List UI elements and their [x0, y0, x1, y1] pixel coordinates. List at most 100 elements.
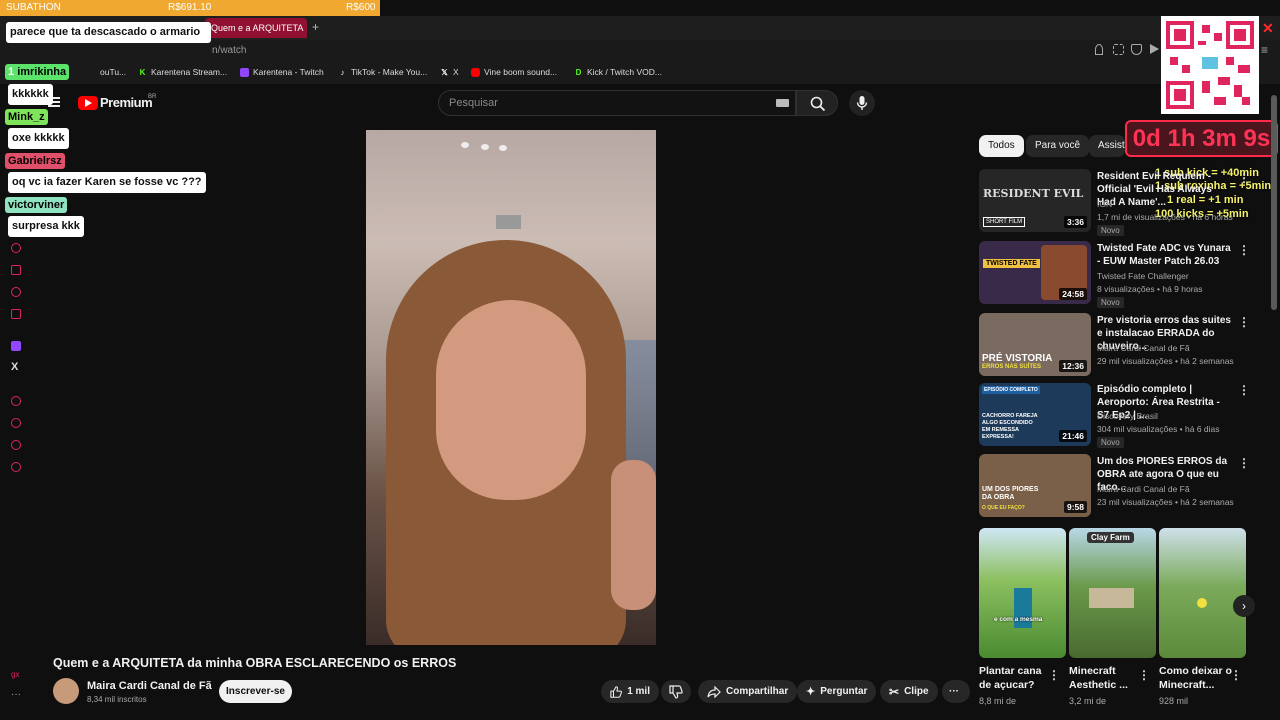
avatar[interactable]: [53, 678, 79, 704]
sparkle-icon: ✦: [806, 686, 816, 698]
subscribe-button[interactable]: Inscrever-se: [219, 680, 292, 703]
rec-thumbnail[interactable]: EPISÓDIO COMPLETO CACHORRO FAREJA ALGO E…: [979, 383, 1091, 446]
youtube-logo-icon[interactable]: [78, 96, 98, 110]
rec-meta: 8 visualizações • há 9 horas: [1097, 284, 1203, 294]
more-vert-icon[interactable]: ⋮: [1138, 668, 1150, 682]
bookmark-kick-vod[interactable]: D Kick / Twitch VOD...: [574, 67, 662, 77]
voice-search-button[interactable]: [849, 90, 875, 116]
rec-thumbnail[interactable]: PRÉ VISTORIA ERROS NAS SUÍTES 12:36: [979, 313, 1091, 376]
rec-channel[interactable]: IGN: [1097, 199, 1112, 209]
chat-message: surpresa kkk: [8, 216, 84, 237]
chat-username: victorviner: [5, 197, 68, 213]
bookmark-youtube[interactable]: ouTu...: [100, 67, 126, 77]
short-thumbnail[interactable]: Clay Farm: [1069, 528, 1156, 658]
ceiling-light: [481, 144, 489, 150]
new-badge: Novo: [1097, 437, 1124, 448]
more-vert-icon[interactable]: ⋮: [1238, 243, 1250, 257]
clip-button[interactable]: ✂ Clipe: [880, 680, 938, 703]
pin-icon[interactable]: [1095, 44, 1103, 55]
short-views: 8,8 mi de: [979, 696, 1017, 706]
short-title[interactable]: Plantar cana de açucar?: [979, 664, 1054, 692]
short-thumbnail[interactable]: e com a mesma: [979, 528, 1066, 658]
ask-button[interactable]: ✦ Perguntar: [797, 680, 877, 703]
screenshot-icon[interactable]: [1113, 44, 1124, 55]
rail-icon[interactable]: [11, 396, 21, 406]
bookmark-tiktok[interactable]: ♪ TikTok - Make You...: [338, 67, 428, 77]
rail-icon[interactable]: [11, 265, 21, 275]
chip-todos[interactable]: Todos: [979, 135, 1024, 157]
share-button[interactable]: Compartilhar: [698, 680, 798, 703]
dislike-button[interactable]: [661, 680, 691, 703]
duration-badge: 24:58: [1059, 288, 1087, 300]
bookmark-label: Vine boom sound...: [484, 67, 558, 77]
person-hand: [611, 460, 656, 610]
close-icon[interactable]: ✕: [1262, 20, 1274, 37]
rec-thumbnail[interactable]: RESIDENT EVIL SHORT FILM 3:36: [979, 169, 1091, 232]
rec-title[interactable]: Resident Evil Requiem - Official 'Evil H…: [1097, 170, 1232, 209]
more-vert-icon[interactable]: ⋮: [1230, 668, 1242, 682]
video-player[interactable]: [366, 130, 656, 645]
browser-tab-active[interactable]: Quem e a ARQUITETA: [205, 18, 307, 38]
rec-title[interactable]: Twisted Fate ADC vs Yunara - EUW Master …: [1097, 242, 1232, 268]
rec-channel[interactable]: Maira Cardi Canal de Fã: [1097, 343, 1190, 353]
bookmark-karentena-stream[interactable]: K Karentena Stream...: [138, 67, 227, 77]
scissors-icon: ✂: [889, 684, 900, 699]
bookmark-x[interactable]: 𝕏X: [440, 67, 458, 77]
share-icon: [707, 685, 721, 698]
rail-icon[interactable]: [11, 287, 21, 297]
more-actions-button[interactable]: ···: [942, 680, 970, 703]
url-text[interactable]: n/watch: [212, 45, 246, 56]
short-thumbnail[interactable]: [1159, 528, 1246, 658]
rail-icon[interactable]: gx: [11, 670, 19, 679]
youtube-icon: [471, 67, 480, 77]
chat-overlay: parece que ta descascado o armario: [6, 22, 211, 43]
more-icon[interactable]: ···: [11, 689, 21, 700]
rec-thumbnail[interactable]: UM DOS PIORES DA OBRA O QUE EU FAÇO? 9:5…: [979, 454, 1091, 517]
address-bar[interactable]: [0, 40, 1280, 62]
thumb-text: UM DOS PIORES DA OBRA: [982, 486, 1039, 501]
menu-icon[interactable]: ≡: [1261, 43, 1268, 57]
new-badge: Novo: [1097, 297, 1124, 308]
short-title[interactable]: Minecraft Aesthetic ...: [1069, 664, 1144, 692]
x-icon[interactable]: X: [11, 361, 18, 373]
search-button[interactable]: [796, 90, 838, 116]
rec-thumbnail[interactable]: TWISTED FATE 24:58: [979, 241, 1091, 304]
rec-channel[interactable]: Twisted Fate Challenger: [1097, 271, 1189, 281]
ask-label: Perguntar: [820, 686, 868, 697]
new-tab-button[interactable]: +: [312, 20, 319, 34]
send-icon[interactable]: [1150, 44, 1159, 54]
more-vert-icon[interactable]: ⋮: [1238, 383, 1250, 397]
more-vert-icon[interactable]: ⋮: [1048, 668, 1060, 682]
chip-para-voce[interactable]: Para você: [1026, 135, 1090, 157]
shield-icon[interactable]: [1131, 44, 1142, 55]
channel-name[interactable]: Maira Cardi Canal de Fã: [87, 680, 212, 692]
settings-icon[interactable]: [11, 462, 21, 472]
chip-assistidos[interactable]: Assistidos: [1089, 135, 1125, 157]
thumb-text: CACHORRO FAREJA ALGO ESCONDIDO EM REMESS…: [982, 413, 1038, 440]
bookmark-vine-boom[interactable]: Vine boom sound...: [471, 67, 557, 77]
short-title[interactable]: Como deixar o Minecraft...: [1159, 664, 1234, 692]
clock-icon[interactable]: [11, 418, 21, 428]
chevron-right-icon[interactable]: ›: [1233, 595, 1255, 617]
like-button[interactable]: 1 mil: [601, 680, 659, 703]
rail-icon[interactable]: [11, 440, 21, 450]
chat-username: Mink_z: [5, 109, 48, 125]
twitch-icon[interactable]: [11, 341, 21, 351]
rail-icon[interactable]: [11, 243, 21, 253]
more-vert-icon[interactable]: ⋮: [1238, 315, 1250, 329]
keyboard-icon[interactable]: [776, 99, 789, 107]
rec-channel[interactable]: Maira Cardi Canal de Fã: [1097, 484, 1190, 494]
more-vert-icon[interactable]: ⋮: [1238, 456, 1250, 470]
scrollbar[interactable]: [1271, 95, 1277, 310]
subathon-bar: SUBATHON R$691.10 R$600: [0, 0, 380, 16]
rail-icon[interactable]: [11, 309, 21, 319]
chat-message: parece que ta descascado o armario: [6, 22, 211, 43]
like-count: 1 mil: [627, 686, 650, 697]
search-placeholder: Pesquisar: [449, 97, 498, 109]
more-vert-icon[interactable]: ⋮: [1238, 171, 1250, 185]
rec-channel[interactable]: Discovery Brasil: [1097, 411, 1158, 421]
youtube-premium-label[interactable]: Premium: [100, 95, 153, 110]
bookmark-label: TikTok - Make You...: [351, 67, 428, 77]
thumb-subtext: EPISÓDIO COMPLETO: [982, 386, 1040, 394]
bookmark-karentena-twitch[interactable]: Karentena - Twitch: [240, 67, 324, 77]
